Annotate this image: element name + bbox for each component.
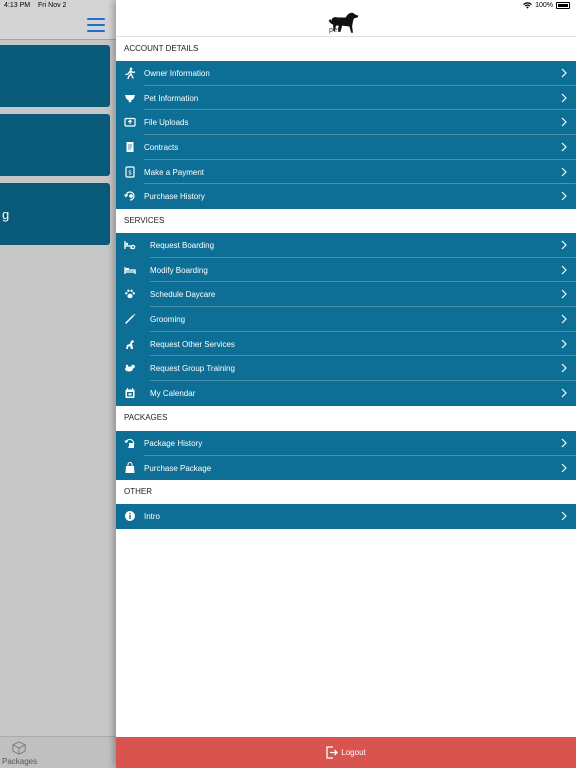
menu-item-label: Make a Payment (144, 167, 205, 177)
status-date: Fri Nov 2 (38, 2, 67, 9)
menu-item-pet-information[interactable]: Pet Information (116, 86, 576, 111)
chevron-right-icon (561, 314, 567, 324)
bed-icon (124, 266, 136, 274)
section-header-services: SERVICES (116, 209, 576, 233)
chevron-right-icon (561, 388, 567, 398)
section-header-packages: PACKAGES (116, 406, 576, 430)
chevron-right-icon (561, 364, 567, 373)
menu-item-owner-information[interactable]: Owner Information (116, 61, 576, 86)
menu-item-label: Intro (144, 511, 161, 521)
menu-item-purchase-package[interactable]: Purchase Package (116, 456, 576, 481)
hamburger-menu-icon[interactable] (87, 18, 105, 32)
menu-item-request-group-training[interactable]: Request Group Training (116, 356, 576, 382)
request-boarding-icon (124, 241, 136, 250)
chevron-right-icon (561, 167, 567, 177)
chevron-right-icon (561, 511, 567, 521)
menu-item-grooming[interactable]: Grooming (116, 307, 576, 332)
menu-group-packages: Package History Purchase Package (116, 431, 576, 481)
menu-item-my-calendar[interactable]: My Calendar (116, 381, 576, 406)
section-header-other: OTHER (116, 480, 576, 504)
pet-collar-icon (125, 94, 135, 103)
menu-item-label: Contracts (144, 142, 179, 152)
shopping-bag-icon (125, 461, 135, 473)
navigation-drawer: pet ACCOUNT DETAILS Owner Information Pe… (116, 0, 576, 768)
menu-item-label: Schedule Daycare (150, 290, 216, 300)
chevron-right-icon (561, 68, 567, 78)
menu-item-file-uploads[interactable]: File Uploads (116, 110, 576, 136)
status-time: 4:13 PM (4, 2, 31, 9)
group-training-icon (125, 365, 135, 372)
menu-item-label: Grooming (150, 314, 186, 324)
person-walking-icon (125, 67, 136, 79)
battery-icon (556, 2, 570, 9)
chevron-right-icon (561, 438, 567, 448)
file-upload-icon (124, 118, 136, 127)
chevron-right-icon (561, 240, 567, 250)
menu-item-label: Request Other Services (150, 339, 235, 349)
wifi-icon (523, 2, 532, 9)
background-main-view: g Packages (0, 0, 116, 768)
menu-item-label: Request Group Training (150, 364, 235, 374)
menu-group-account-details: Owner Information Pet Information File U… (116, 61, 576, 210)
section-header-account-details: ACCOUNT DETAILS (116, 37, 576, 61)
dog-service-icon (126, 339, 134, 349)
chevron-right-icon (561, 117, 567, 127)
grooming-icon (125, 313, 136, 324)
payment-icon: $ (125, 166, 135, 178)
menu-item-label: My Calendar (150, 388, 196, 398)
logout-label: Logout (341, 748, 366, 757)
info-icon (125, 511, 135, 521)
chevron-right-icon (561, 463, 567, 473)
battery-percent: 100% (535, 2, 553, 9)
menu-item-label: Purchase History (144, 192, 205, 202)
menu-item-intro[interactable]: Intro (116, 504, 576, 529)
background-card[interactable]: g (0, 183, 110, 245)
calendar-icon (125, 388, 135, 399)
menu-item-purchase-history[interactable]: Purchase History (116, 184, 576, 209)
contract-icon (126, 142, 134, 153)
menu-item-request-other-services[interactable]: Request Other Services (116, 332, 576, 357)
menu-group-other: Intro (116, 504, 576, 529)
chevron-right-icon (561, 142, 567, 152)
purchase-history-icon (124, 191, 135, 202)
logout-icon (326, 746, 339, 759)
chevron-right-icon (561, 192, 567, 201)
menu-item-label: Package History (144, 438, 203, 448)
tab-packages-label: Packages (2, 757, 38, 766)
menu-item-contracts[interactable]: Contracts (116, 135, 576, 160)
chevron-right-icon (561, 265, 567, 275)
menu-item-label: Owner Information (144, 68, 210, 78)
menu-item-request-boarding[interactable]: Request Boarding (116, 233, 576, 258)
menu-item-schedule-daycare[interactable]: Schedule Daycare (116, 282, 576, 308)
logo-text: pet (329, 27, 340, 34)
svg-text:$: $ (128, 169, 132, 176)
tab-packages[interactable]: Packages (0, 736, 116, 768)
menu-item-label: Request Boarding (150, 240, 215, 250)
menu-item-package-history[interactable]: Package History (116, 431, 576, 456)
menu-item-make-a-payment[interactable]: $ Make a Payment (116, 160, 576, 185)
package-box-icon (12, 741, 26, 755)
chevron-right-icon (561, 289, 567, 299)
menu-item-label: File Uploads (144, 118, 189, 128)
background-card-text: g (2, 207, 10, 222)
menu-item-label: Purchase Package (144, 463, 212, 473)
background-card[interactable] (0, 45, 110, 107)
chevron-right-icon (561, 339, 567, 349)
package-history-icon (124, 438, 135, 448)
menu-item-label: Pet Information (144, 93, 199, 103)
menu-item-label: Modify Boarding (150, 265, 208, 275)
chevron-right-icon (561, 93, 567, 103)
paw-icon (125, 289, 135, 299)
background-card[interactable] (0, 114, 110, 176)
status-bar: 4:13 PM Fri Nov 2 100% (0, 0, 576, 12)
logout-button[interactable]: Logout (116, 737, 576, 768)
menu-item-modify-boarding[interactable]: Modify Boarding (116, 258, 576, 283)
menu-group-services: Request Boarding Modify Boarding Schedul… (116, 233, 576, 406)
